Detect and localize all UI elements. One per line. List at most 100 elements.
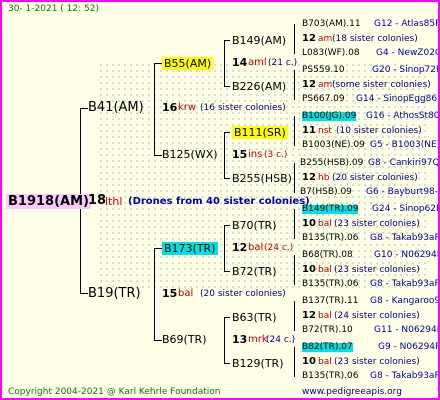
gen1-queen[interactable]: B19(TR)	[88, 287, 141, 300]
gen3-queen[interactable]: B70(TR)	[232, 220, 277, 231]
copyright-text: Copyright 2004-2021 @ Karl Kehrle Founda…	[8, 387, 221, 397]
connector	[154, 248, 155, 340]
gen4-dam[interactable]: B72(TR).10	[302, 326, 353, 335]
gen4-sire[interactable]: B82(TR).07	[302, 343, 353, 352]
gen1-queen[interactable]: B41(AM)	[88, 101, 144, 114]
gen4-drone-abbr: am	[318, 34, 333, 44]
gen4-sire[interactable]: B149(TR).09	[302, 205, 359, 214]
gen1-drone-note: (16 sister colonies)	[200, 103, 286, 113]
gen4-sire-code: G24 - Sinop62R	[372, 204, 440, 214]
gen4-dam-code: G14 - SinopEgg86R	[356, 94, 440, 104]
connector	[294, 24, 295, 54]
gen4-sire-code: G8 - Cankiri97Q	[368, 158, 440, 168]
gen2-drone-note: (21 c.)	[268, 58, 298, 68]
connector	[294, 209, 295, 239]
connector	[294, 163, 295, 193]
pedigree-frame: 30- 1-2021 ( 12: 52) Copyright 2004-2021…	[0, 0, 440, 400]
gen4-drone-note: (23 sister colonies)	[334, 265, 420, 275]
gen4-drone-note: (10 sister colonies)	[336, 126, 422, 136]
connector	[80, 108, 88, 109]
gen4-dam-code: G8 - Takab93aR	[370, 371, 440, 381]
gen2-drone-count: 12	[232, 241, 248, 254]
gen4-drone-note: (18 sister colonies)	[332, 34, 418, 44]
gen4-drone-count: 10	[302, 264, 316, 275]
connector	[224, 317, 225, 363]
gen1-drone-count: 15	[162, 287, 178, 300]
connector	[224, 225, 225, 271]
connector	[154, 340, 162, 341]
connector	[224, 86, 230, 87]
connector	[224, 225, 230, 226]
gen4-sire-code: G20 - Sinop72R	[372, 65, 440, 75]
connector	[294, 301, 295, 331]
gen4-drone-abbr: nst	[318, 126, 332, 136]
date-stamp: 30- 1-2021 ( 12: 52)	[8, 4, 99, 14]
gen3-queen[interactable]: B226(AM)	[232, 81, 286, 92]
gen4-sire[interactable]: B255(HSB).09	[300, 159, 363, 168]
gen4-sire-code: G8 - Kangaroo98R	[370, 296, 440, 306]
gen4-drone-abbr: bal	[318, 219, 332, 229]
gen4-drone-count: 12	[302, 79, 316, 90]
gen3-queen[interactable]: B149(AM)	[232, 35, 286, 46]
connector	[294, 70, 295, 100]
gen4-sire[interactable]: B68(TR).08	[302, 251, 353, 260]
connector	[224, 271, 230, 272]
gen3-queen[interactable]: B111(SR)	[232, 126, 288, 139]
gen1-drone-count: 16	[162, 101, 178, 114]
gen4-drone-note: (24 sister colonies)	[334, 311, 420, 321]
gen4-dam[interactable]: B135(TR).06	[302, 234, 358, 243]
root-drone-abbr: lthl	[105, 195, 123, 208]
gen4-dam-code: G8 - Takab93aR	[370, 279, 440, 289]
gen4-dam-code: G11 - N06294R	[374, 325, 440, 335]
gen2-queen[interactable]: B55(AM)	[162, 57, 214, 70]
gen4-dam[interactable]: B7(HSB).09	[300, 188, 352, 197]
gen2-drone-abbr: ins	[248, 149, 263, 160]
connector	[294, 347, 295, 377]
connector	[224, 317, 230, 318]
gen2-drone-abbr: bal	[248, 242, 264, 253]
gen4-dam[interactable]: B135(TR).06	[302, 372, 358, 381]
root-drone-note: (Drones from 40 sister colonies)	[128, 196, 310, 207]
gen4-dam[interactable]: B135(TR).06	[302, 280, 358, 289]
gen3-queen[interactable]: B63(TR)	[232, 312, 277, 323]
gen4-drone-abbr: bal	[318, 311, 332, 321]
gen4-sire[interactable]: PS559.10	[302, 66, 345, 75]
gen4-drone-abbr: am	[318, 80, 333, 90]
connector	[294, 255, 295, 285]
gen2-drone-count: 13	[232, 333, 248, 346]
connector	[224, 178, 230, 179]
gen2-drone-abbr: aml	[248, 57, 267, 68]
root-queen[interactable]: B1918(AM)	[6, 194, 91, 209]
connector	[154, 63, 155, 155]
gen2-queen[interactable]: B173(TR)	[162, 242, 218, 255]
gen1-drone-abbr: bal	[178, 288, 194, 299]
gen4-dam-code: G5 - B1003(NE)	[370, 140, 440, 150]
gen4-sire[interactable]: B703(AM).11	[302, 20, 361, 29]
gen4-drone-note: (23 sister colonies)	[334, 219, 420, 229]
gen3-queen[interactable]: B72(TR)	[232, 266, 277, 277]
gen4-dam[interactable]: L083(WF).08	[302, 49, 360, 58]
connector	[80, 293, 88, 294]
gen2-queen[interactable]: B69(TR)	[162, 334, 207, 345]
connector	[224, 132, 230, 133]
gen4-sire[interactable]: B100(JG).09	[302, 112, 357, 121]
gen2-drone-abbr: mrk	[248, 334, 268, 345]
gen4-dam[interactable]: B1003(NE).09	[302, 141, 365, 150]
gen4-sire-code: G9 - N06294R	[378, 342, 440, 352]
gen2-drone-count: 14	[232, 56, 248, 69]
gen4-drone-note: (some sister colonies)	[332, 80, 431, 90]
gen4-drone-abbr: hb	[318, 173, 330, 183]
gen2-queen[interactable]: B125(WX)	[162, 149, 218, 160]
gen4-sire[interactable]: B137(TR).11	[302, 297, 358, 306]
gen3-queen[interactable]: B129(TR)	[232, 358, 284, 369]
gen4-dam[interactable]: PS667.09	[302, 95, 345, 104]
connector	[224, 40, 230, 41]
gen2-drone-note: (24 c.)	[264, 243, 294, 253]
gen1-drone-note: (20 sister colonies)	[200, 289, 286, 299]
gen2-drone-count: 15	[232, 148, 248, 161]
gen2-drone-note: (24 c.)	[266, 335, 296, 345]
gen4-sire-code: G16 - AthosSt80R	[366, 111, 440, 121]
website-link[interactable]: www.pedigreeapis.org	[302, 388, 402, 397]
gen4-drone-count: 11	[302, 125, 316, 136]
gen3-queen[interactable]: B255(HSB)	[232, 173, 292, 184]
